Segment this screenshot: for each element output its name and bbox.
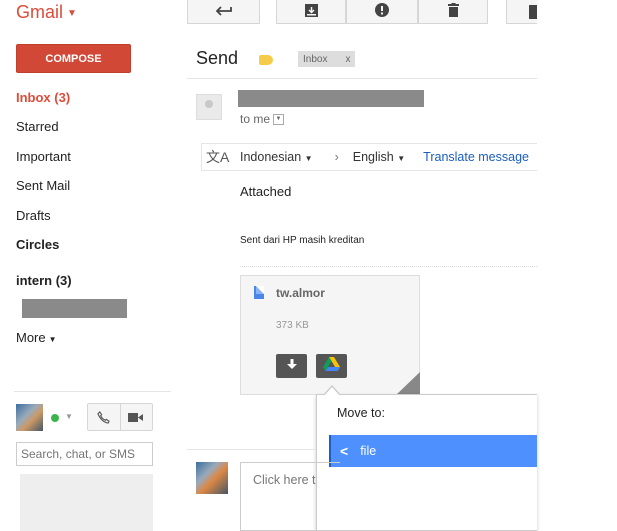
- online-status-icon: [51, 414, 59, 422]
- message-signature: Sent dari HP masih kreditan: [240, 235, 365, 246]
- label-chip-text: Inbox: [303, 53, 328, 65]
- translate-message-link[interactable]: Translate message: [423, 150, 529, 164]
- nav-sent-mail[interactable]: Sent Mail: [16, 178, 70, 193]
- caret-down-icon: ▼: [48, 335, 57, 344]
- status-dropdown-icon[interactable]: ▼: [65, 412, 73, 421]
- labels-button[interactable]: [506, 0, 537, 24]
- save-to-drive-button[interactable]: [316, 354, 347, 378]
- remove-label-icon[interactable]: x: [345, 54, 350, 65]
- archive-icon: [304, 3, 318, 20]
- attachment-size: 373 KB: [276, 320, 309, 331]
- redacted-label[interactable]: [22, 299, 127, 318]
- source-language-dropdown[interactable]: Indonesian ▼: [240, 150, 313, 164]
- download-icon: [286, 359, 297, 373]
- recipient-details[interactable]: to me ▼: [240, 112, 285, 126]
- move-to-title: Move to:: [337, 406, 385, 420]
- chat-list-placeholder: [20, 474, 153, 531]
- target-language-dropdown[interactable]: English ▼: [353, 150, 405, 164]
- label-icon: [529, 4, 537, 19]
- to-me-label: to me: [240, 112, 271, 126]
- chat-actions: [87, 403, 153, 431]
- back-button[interactable]: [187, 0, 260, 24]
- archive-button[interactable]: [276, 0, 346, 24]
- nav-drafts[interactable]: Drafts: [16, 208, 51, 223]
- caret-down-icon: ▼: [397, 154, 406, 163]
- caret-down-icon: ▼: [304, 154, 313, 163]
- back-arrow-icon: [215, 4, 232, 19]
- chat-divider: [14, 391, 171, 392]
- chevron-down-icon: ▼: [67, 8, 77, 19]
- popup-pointer-inner: [324, 387, 340, 396]
- message-subject: Send: [196, 48, 239, 68]
- translate-bar: 文A Indonesian ▼ › English ▼ Translate me…: [201, 143, 537, 171]
- chevron-left-icon[interactable]: <: [340, 443, 348, 459]
- message-body-text: Attached: [240, 184, 292, 199]
- target-language: English: [352, 150, 394, 164]
- subject-divider: [187, 78, 537, 79]
- folder-item-file[interactable]: < file: [329, 435, 537, 467]
- chevron-right-icon: ›: [334, 150, 339, 164]
- important-marker-icon[interactable]: [259, 55, 273, 65]
- nav-inbox[interactable]: Inbox (3): [16, 90, 70, 105]
- phone-icon[interactable]: [88, 404, 121, 430]
- more-label: More: [16, 330, 46, 345]
- translate-icon: 文A: [206, 149, 230, 165]
- nav-intern[interactable]: intern (3): [16, 273, 72, 288]
- chat-search-input[interactable]: [16, 442, 153, 466]
- nav-important[interactable]: Important: [16, 149, 71, 164]
- video-call-icon[interactable]: [121, 404, 153, 430]
- redacted-sender-name: [238, 90, 424, 107]
- delete-button[interactable]: [418, 0, 488, 24]
- report-spam-button[interactable]: [346, 0, 418, 24]
- chat-avatar[interactable]: [16, 404, 43, 431]
- reply-divider: [187, 449, 316, 450]
- nav-starred[interactable]: Starred: [16, 119, 59, 134]
- compose-button[interactable]: COMPOSE: [16, 44, 131, 73]
- download-button[interactable]: [276, 354, 307, 378]
- page-fold-corner: [396, 372, 420, 395]
- details-dropdown-icon[interactable]: ▼: [273, 114, 285, 126]
- sender-avatar: [196, 94, 222, 120]
- inbox-label-chip: Inbox x: [298, 51, 356, 67]
- more-menu[interactable]: More ▼: [16, 330, 57, 345]
- source-language: Indonesian: [240, 150, 302, 164]
- trash-icon: [447, 3, 459, 20]
- google-drive-icon: [323, 356, 340, 376]
- file-icon: [254, 286, 264, 299]
- report-spam-icon: [375, 3, 389, 20]
- folder-name: file: [360, 444, 377, 458]
- attachment-divider: [240, 266, 537, 267]
- reply-placeholder: Click here t: [253, 473, 316, 487]
- reply-input[interactable]: Click here t: [240, 462, 340, 531]
- attachment-filename[interactable]: tw.almor: [276, 286, 325, 300]
- gmail-logo-text: Gmail: [16, 2, 64, 22]
- my-avatar: [196, 462, 228, 494]
- nav-circles[interactable]: Circles: [16, 237, 59, 252]
- gmail-logo[interactable]: Gmail ▼: [16, 2, 77, 23]
